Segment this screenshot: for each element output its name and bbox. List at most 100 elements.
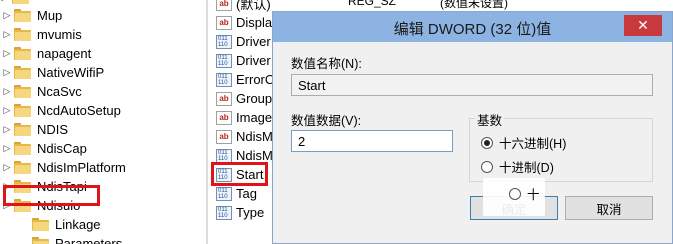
tree-item[interactable]: ▷ Mup: [2, 6, 63, 25]
folder-icon: [14, 123, 31, 136]
tree-item[interactable]: ▷ mvumis: [2, 25, 82, 44]
tree-item[interactable]: Parameters: [20, 234, 122, 244]
value-name: (默认): [236, 0, 271, 12]
string-value-icon: ab: [216, 0, 232, 11]
dialog-title-bar[interactable]: 编辑 DWORD (32 位)值 ✕: [273, 12, 672, 42]
tree-item-label: mvumis: [37, 27, 82, 42]
folder-icon: [32, 237, 49, 244]
value-name: Group: [236, 91, 273, 106]
tree-item-label: NdisCap: [37, 141, 87, 156]
registry-tree-pane: ▷ ▷ Mup ▷ mvumis ▷ napagent ▷ NativeWifiP ▷ NcaSv…: [0, 0, 206, 244]
folder-icon: [14, 85, 31, 98]
value-name: Start: [236, 167, 264, 182]
tree-item[interactable]: ▷ NdisCap: [2, 139, 87, 158]
overlay-fragment: 十: [509, 184, 540, 203]
tree-item[interactable]: ▷ NdisImPlatform: [2, 158, 126, 177]
binary-value-icon: [216, 72, 232, 87]
value-name: Displa: [236, 15, 273, 30]
tree-item-label: NDIS: [37, 122, 69, 137]
tree-item-label: Linkage: [55, 217, 101, 232]
expand-arrow-icon[interactable]: ▷: [2, 25, 12, 44]
folder-icon: [14, 9, 31, 22]
value-data-label: 数值数据(V):: [291, 114, 362, 128]
tree-item-label: NdisImPlatform: [37, 160, 126, 175]
binary-value-icon: [216, 53, 232, 68]
expand-arrow-icon[interactable]: [20, 234, 30, 244]
value-name: NdisM: [236, 148, 273, 163]
folder-icon: [14, 28, 31, 41]
expand-arrow-icon[interactable]: ▷: [2, 82, 12, 101]
folder-icon: [14, 47, 31, 60]
value-data-input[interactable]: 2: [291, 130, 453, 152]
fragment-radio-icon: [509, 187, 521, 200]
folder-icon: [32, 218, 49, 231]
expand-arrow-icon[interactable]: ▷: [2, 139, 12, 158]
binary-value-icon: [216, 186, 232, 201]
value-name: Image: [236, 110, 273, 125]
tree-item-label: NdisTapi: [37, 179, 87, 194]
tree-item[interactable]: ▷ napagent: [2, 44, 92, 63]
tree-item[interactable]: ▷ Ndisuio: [2, 196, 81, 215]
dialog-body: 数值名称(N): Start 数值数据(V): 2 基数 十六进制(H) 十进制…: [273, 42, 672, 243]
folder-icon: [14, 199, 31, 212]
tree-item-label: Mup: [37, 8, 63, 23]
value-name: NdisM: [236, 129, 273, 144]
radio-decimal-indicator[interactable]: [481, 160, 493, 173]
tree-item-label: NcaSvc: [37, 84, 82, 99]
tree-item-label: Ndisuio: [37, 198, 81, 213]
cancel-button[interactable]: 取消: [565, 196, 653, 220]
folder-icon: [14, 104, 31, 117]
radix-group-label: 基数: [475, 110, 505, 129]
binary-value-icon: [216, 205, 232, 220]
value-name: Tag: [236, 186, 257, 201]
expand-arrow-icon[interactable]: ▷: [2, 120, 12, 139]
radio-decimal-label: 十进制(D): [499, 161, 554, 175]
dialog-title: 编辑 DWORD (32 位)值: [393, 21, 552, 38]
value-name: Driver: [236, 34, 271, 49]
tree-item-label: NcdAutoSetup: [37, 103, 121, 118]
tree-item[interactable]: ▷ NDIS: [2, 120, 69, 139]
radio-hex-label: 十六进制(H): [499, 137, 567, 151]
value-type: REG_SZ: [348, 0, 397, 8]
fragment-label: 十: [527, 188, 540, 202]
value-name: Type: [236, 205, 265, 220]
folder-icon: [12, 0, 29, 4]
edit-dword-dialog: 编辑 DWORD (32 位)值 ✕ 数值名称(N): Start 数值数据(V…: [272, 11, 673, 244]
tree-item[interactable]: ▷ NativeWifiP: [2, 63, 105, 82]
binary-value-icon: [216, 148, 232, 163]
string-value-icon: ab: [216, 129, 232, 144]
tree-item-label: napagent: [37, 46, 92, 61]
tree-item[interactable]: ▷ NdisTapi: [2, 177, 87, 196]
folder-icon: [14, 161, 31, 174]
value-name-label: 数值名称(N):: [291, 57, 362, 71]
folder-icon: [14, 180, 31, 193]
folder-icon: [14, 142, 31, 155]
expand-arrow-icon[interactable]: ▷: [2, 63, 12, 82]
binary-value-icon: [216, 34, 232, 49]
expand-arrow-icon[interactable]: ▷: [2, 196, 12, 215]
radio-hex[interactable]: 十六进制(H): [481, 133, 566, 152]
value-name-field: Start: [291, 74, 653, 96]
expand-arrow-icon[interactable]: ▷: [2, 6, 12, 25]
tree-item[interactable]: ▷ NcdAutoSetup: [2, 101, 121, 120]
string-value-icon: ab: [216, 91, 232, 106]
value-data: (数值未设置): [440, 0, 508, 10]
expand-arrow-icon[interactable]: [20, 215, 30, 234]
string-value-icon: ab: [216, 15, 232, 30]
radio-hex-indicator[interactable]: [481, 136, 493, 149]
expand-arrow-icon[interactable]: ▷: [2, 101, 12, 120]
tree-item-label: Parameters: [55, 236, 123, 244]
value-name: ErrorC: [236, 72, 275, 87]
tree-item[interactable]: Linkage: [20, 215, 101, 234]
expand-arrow-icon[interactable]: ▷: [2, 158, 12, 177]
binary-value-icon: [216, 167, 232, 182]
tree-item-label: NativeWifiP: [37, 65, 105, 80]
close-button[interactable]: ✕: [624, 15, 662, 36]
expand-arrow-icon[interactable]: ▷: [2, 177, 12, 196]
tree-item[interactable]: ▷ NcaSvc: [2, 82, 82, 101]
radio-decimal[interactable]: 十进制(D): [481, 157, 554, 176]
value-name: Driver: [236, 53, 271, 68]
folder-icon: [14, 66, 31, 79]
expand-arrow-icon[interactable]: ▷: [2, 44, 12, 63]
string-value-icon: ab: [216, 110, 232, 125]
